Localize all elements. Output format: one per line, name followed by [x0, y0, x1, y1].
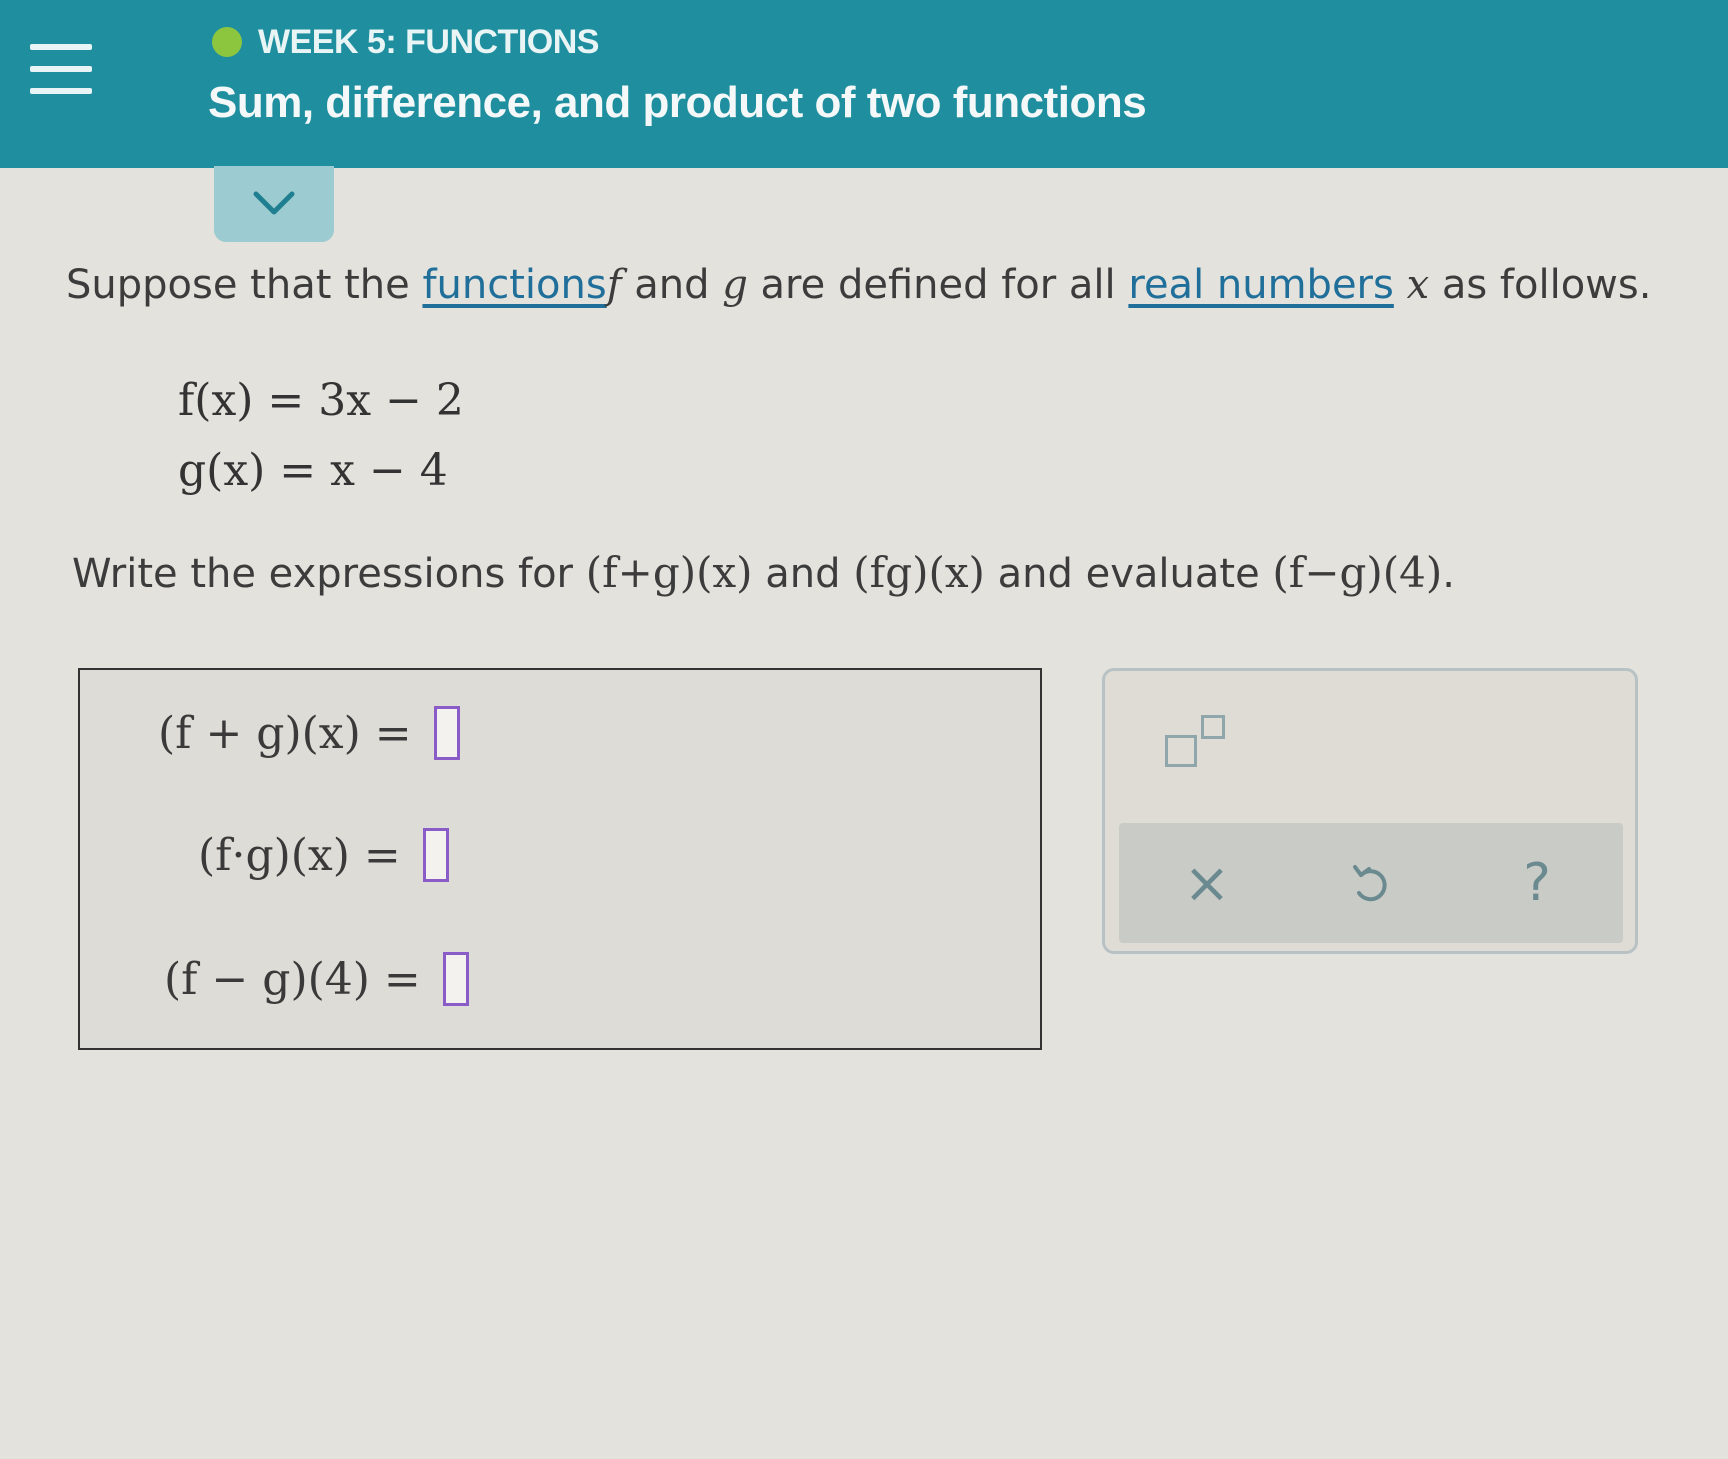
week-label: WEEK 5: FUNCTIONS — [258, 22, 599, 61]
week-row: WEEK 5: FUNCTIONS — [212, 22, 599, 62]
answer-label-difference: (f − g)(4) = — [164, 953, 421, 1005]
answer-row-product: (f·g)(x) = — [198, 828, 449, 882]
collapse-toggle-button[interactable] — [214, 166, 334, 242]
help-button[interactable]: ? — [1497, 847, 1577, 919]
undo-icon — [1353, 865, 1387, 902]
expr-product: (fg)(x) — [853, 548, 985, 597]
expr-sum: (f+g)(x) — [585, 548, 753, 597]
close-icon: × — [1183, 850, 1231, 916]
intro-text-3: are defined for all — [747, 262, 1129, 308]
answer-row-sum: (f + g)(x) = — [158, 706, 460, 760]
tool-button-bar: × ? — [1119, 823, 1623, 943]
answer-input-sum[interactable] — [433, 706, 460, 760]
exponent-template-icon[interactable] — [1161, 715, 1231, 775]
answer-input-product[interactable] — [422, 828, 449, 882]
chevron-down-icon — [253, 191, 295, 215]
g-definition: g(x) = x − 4 — [178, 445, 448, 496]
answer-box: (f + g)(x) = (f·g)(x) = (f − g)(4) = — [78, 668, 1042, 1050]
task-text-2: and — [752, 551, 854, 597]
answer-row-difference: (f − g)(4) = — [164, 952, 469, 1006]
answer-label-sum: (f + g)(x) = — [158, 707, 412, 759]
top-bar: WEEK 5: FUNCTIONS Sum, difference, and p… — [0, 0, 1728, 168]
status-dot-icon — [212, 27, 242, 57]
hamburger-menu-icon[interactable] — [30, 44, 92, 94]
intro-text-4: as follows. — [1429, 262, 1652, 308]
intro-text-1: Suppose that the — [66, 262, 423, 308]
task-instructions: Write the expressions for (f+g)(x) and (… — [72, 548, 1455, 597]
functions-link[interactable]: functions — [422, 262, 606, 308]
undo-button[interactable] — [1331, 847, 1411, 919]
real-numbers-link[interactable]: real numbers — [1128, 262, 1393, 308]
intro-text-2: and — [621, 262, 723, 308]
clear-button[interactable]: × — [1167, 847, 1247, 919]
task-text-3: and evaluate — [984, 551, 1273, 597]
symbol-g: g — [722, 262, 748, 308]
function-definitions: f(x) = 3x − 2 g(x) = x − 4 — [178, 366, 464, 506]
task-text-1: Write the expressions for — [72, 551, 586, 597]
page-title: Sum, difference, and product of two func… — [208, 78, 1147, 127]
answer-input-difference[interactable] — [442, 952, 469, 1006]
task-text-4: . — [1442, 551, 1456, 597]
help-icon: ? — [1523, 853, 1551, 913]
symbol-x: x — [1406, 262, 1430, 308]
problem-intro: Suppose that the functionsf and g are de… — [66, 262, 1651, 308]
math-toolbox: × ? — [1102, 668, 1638, 954]
symbol-f: f — [606, 262, 622, 308]
answer-label-product: (f·g)(x) = — [198, 829, 401, 881]
expr-difference: (f−g)(4) — [1272, 548, 1443, 597]
f-definition: f(x) = 3x − 2 — [178, 375, 464, 426]
